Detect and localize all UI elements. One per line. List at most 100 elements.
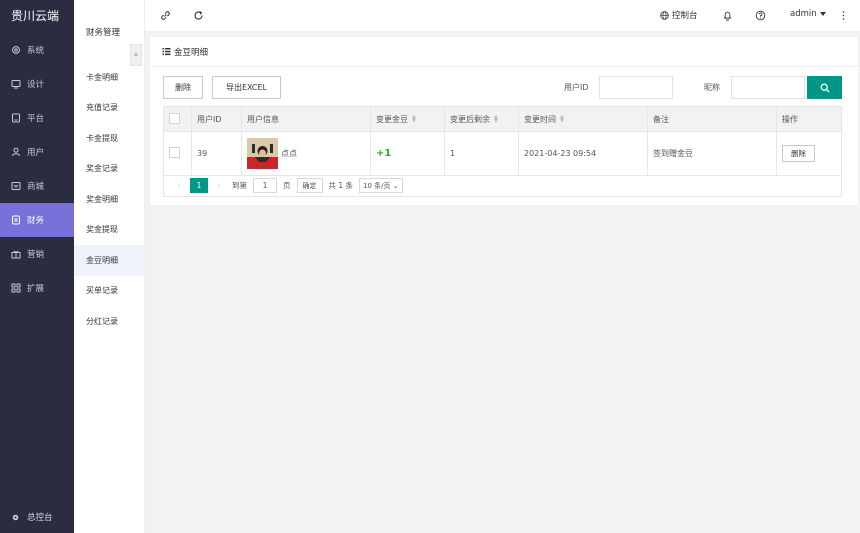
change-value: +1 [376, 148, 392, 159]
user-name-cell: 点点 [281, 149, 297, 158]
bell-icon[interactable] [722, 10, 733, 21]
col-remaining-header[interactable]: 变更后剩余 ▲ ▼ [444, 106, 519, 132]
table-row: 39 点点 +1 1 2021-04-23 09:54 签到赠金豆 删除 [163, 131, 842, 176]
sidebar-item-extension[interactable]: 扩展 [0, 271, 74, 305]
sidebar-item-finance[interactable]: 财务 [0, 203, 74, 237]
cell-action: 删除 [776, 131, 842, 176]
sidebar-item-label: 设计 [27, 80, 45, 90]
globe-icon [660, 10, 669, 20]
tablet-icon [11, 113, 21, 123]
help-icon[interactable] [755, 10, 766, 21]
sidebar-item-store[interactable]: 商城 [0, 169, 74, 203]
main-sidebar: 贵川云端 系统 设计 平台 用户 商城 财务 营销 扩展 总控台 [0, 0, 74, 533]
col-remaining: 变更后剩余 [450, 114, 490, 124]
subnav-item[interactable]: 奖金明细 [74, 184, 144, 215]
col-user-id: 用户ID [191, 106, 242, 132]
user-icon [11, 147, 21, 157]
sub-sidebar: 财务管理 « 卡金明细 充值记录 卡金提现 奖金记录 奖金明细 奖金提现 金豆明… [74, 0, 145, 533]
page-title: 金豆明细 [174, 47, 209, 58]
select-all-cell [163, 106, 192, 132]
data-table: 用户ID 用户信息 变更金豆 ▲ ▼ 变更后剩余 ▲ ▼ 变更时间 ▲ ▼ 备注 操作 39 [163, 106, 842, 176]
store-icon [11, 181, 21, 191]
sidebar-item-label: 平台 [27, 114, 45, 124]
page-unit-label: 页 [283, 181, 291, 190]
search-icon [820, 83, 829, 92]
topbar: 控制台 admin [74, 0, 860, 32]
link-icon[interactable] [160, 10, 171, 21]
col-action: 操作 [776, 106, 842, 132]
subnav-item[interactable]: 分红记录 [74, 306, 144, 337]
user-id-label: 用户ID [564, 83, 589, 92]
monitor-icon [11, 79, 21, 89]
subnav-item-active[interactable]: 金豆明细 [74, 245, 144, 276]
row-checkbox[interactable] [169, 147, 180, 158]
gear-icon [11, 45, 21, 55]
nickname-input[interactable] [731, 76, 805, 99]
per-page-value: 10 条/页 [363, 181, 391, 190]
col-time-header[interactable]: 变更时间 ▲ ▼ [518, 106, 648, 132]
sidebar-item-user[interactable]: 用户 [0, 135, 74, 169]
list-icon [162, 48, 171, 56]
more-vertical-icon[interactable] [838, 10, 849, 21]
col-note: 备注 [647, 106, 777, 132]
user-id-input[interactable] [599, 76, 673, 99]
total-count: 共 1 条 [328, 181, 354, 190]
sidebar-item-platform[interactable]: 平台 [0, 101, 74, 135]
settings-icon [12, 514, 19, 520]
sidebar-item-design[interactable]: 设计 [0, 67, 74, 101]
per-page-select[interactable]: 10 条/页 ⌄ [359, 178, 403, 193]
nickname-label: 昵称 [704, 83, 720, 92]
console-link[interactable]: 总控台 [11, 511, 53, 523]
sidebar-item-label: 用户 [27, 148, 45, 158]
user-avatar [247, 138, 278, 169]
cell-change: +1 [370, 131, 445, 176]
delete-button[interactable]: 删除 [163, 76, 203, 99]
sidebar-item-system[interactable]: 系统 [0, 33, 74, 67]
cell-user-id: 39 [191, 131, 242, 176]
subnav-item[interactable]: 奖金记录 [74, 154, 144, 185]
col-user-info: 用户信息 [241, 106, 371, 132]
sidebar-item-label: 商城 [27, 182, 45, 192]
caret-down-icon [819, 12, 826, 16]
search-button[interactable] [807, 76, 842, 99]
table-header-row: 用户ID 用户信息 变更金豆 ▲ ▼ 变更后剩余 ▲ ▼ 变更时间 ▲ ▼ 备注 操作 [163, 106, 842, 132]
control-panel-label: 控制台 [672, 11, 698, 21]
user-name: admin [790, 9, 817, 19]
sort-icon[interactable]: ▲ ▼ [560, 115, 564, 124]
goto-input[interactable]: 1 [253, 178, 277, 193]
next-page-icon[interactable]: › [212, 181, 226, 190]
refresh-icon[interactable] [193, 10, 204, 21]
sort-icon[interactable]: ▲ ▼ [412, 115, 416, 124]
cell-user-info: 点点 [241, 131, 371, 176]
sidebar-item-marketing[interactable]: 营销 [0, 237, 74, 271]
subnav-item[interactable]: 卡金提现 [74, 123, 144, 154]
user-menu[interactable]: admin [790, 9, 826, 19]
goto-confirm-button[interactable]: 确定 [296, 178, 323, 193]
subnav-item[interactable]: 买单记录 [74, 276, 144, 307]
cell-remaining: 1 [444, 131, 519, 176]
subnav-item[interactable]: 充值记录 [74, 93, 144, 124]
col-change-header[interactable]: 变更金豆 ▲ ▼ [370, 106, 445, 132]
page-current[interactable]: 1 [190, 178, 208, 193]
subnav-item[interactable]: 奖金提现 [74, 215, 144, 246]
brand-logo: 贵川云端 [11, 9, 60, 23]
goto-label: 到第 [232, 181, 247, 190]
collapse-toggle[interactable]: « [130, 44, 142, 66]
export-excel-button[interactable]: 导出EXCEL [212, 76, 281, 99]
row-delete-button[interactable]: 删除 [782, 145, 815, 162]
sidebar-item-label: 营销 [27, 250, 45, 260]
select-all-checkbox[interactable] [169, 112, 180, 124]
finance-icon [11, 215, 21, 225]
pagination: ‹ 1 › 到第 1 页 确定 共 1 条 10 条/页 ⌄ [163, 175, 842, 197]
prev-page-icon[interactable]: ‹ [172, 181, 186, 190]
console-label: 总控台 [27, 513, 53, 523]
sidebar-item-label: 扩展 [27, 284, 45, 294]
control-panel-link[interactable]: 控制台 [660, 9, 698, 21]
col-change: 变更金豆 [376, 114, 408, 124]
grid-icon [11, 283, 21, 293]
cell-note: 签到赠金豆 [647, 131, 777, 176]
sort-icon[interactable]: ▲ ▼ [494, 115, 498, 124]
sidebar-item-label: 系统 [27, 46, 45, 56]
chevron-down-icon: ⌄ [392, 181, 399, 190]
subnav-item[interactable]: 卡金明细 [74, 62, 144, 93]
